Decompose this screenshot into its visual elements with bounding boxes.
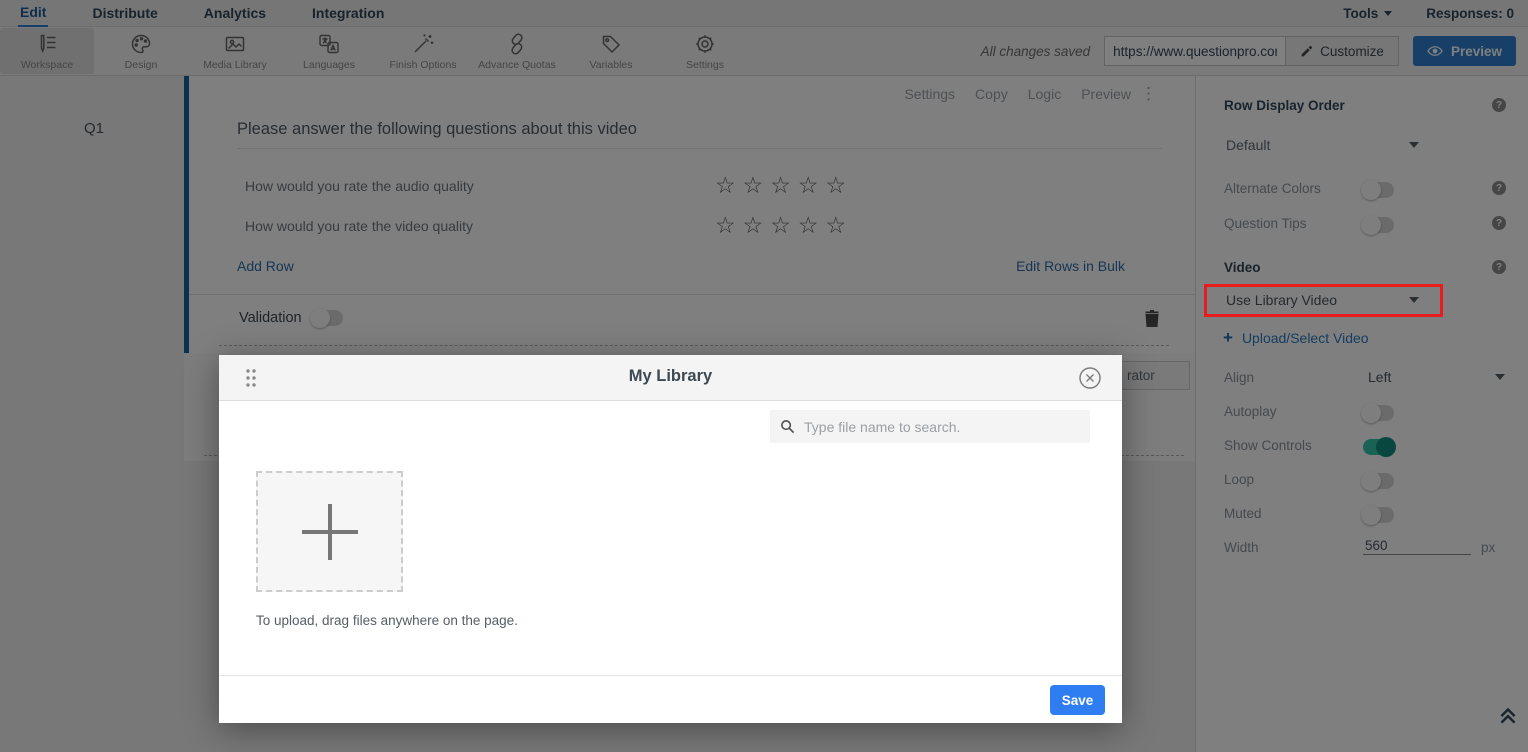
library-search-input[interactable] (804, 419, 1080, 435)
upload-hint-text: To upload, drag files anywhere on the pa… (256, 613, 518, 628)
my-library-modal: My Library To upload, drag files anywher… (219, 355, 1122, 723)
search-icon (780, 419, 795, 434)
save-button[interactable]: Save (1050, 685, 1105, 715)
library-search (770, 410, 1090, 443)
modal-footer: Save (219, 675, 1122, 723)
questionpro-editor: Edit Distribute Analytics Integration To… (0, 0, 1528, 752)
plus-icon (328, 504, 332, 560)
modal-title: My Library (219, 367, 1122, 386)
close-icon[interactable] (1078, 366, 1102, 390)
modal-header: My Library (219, 355, 1122, 401)
upload-file-tile[interactable] (256, 471, 403, 592)
